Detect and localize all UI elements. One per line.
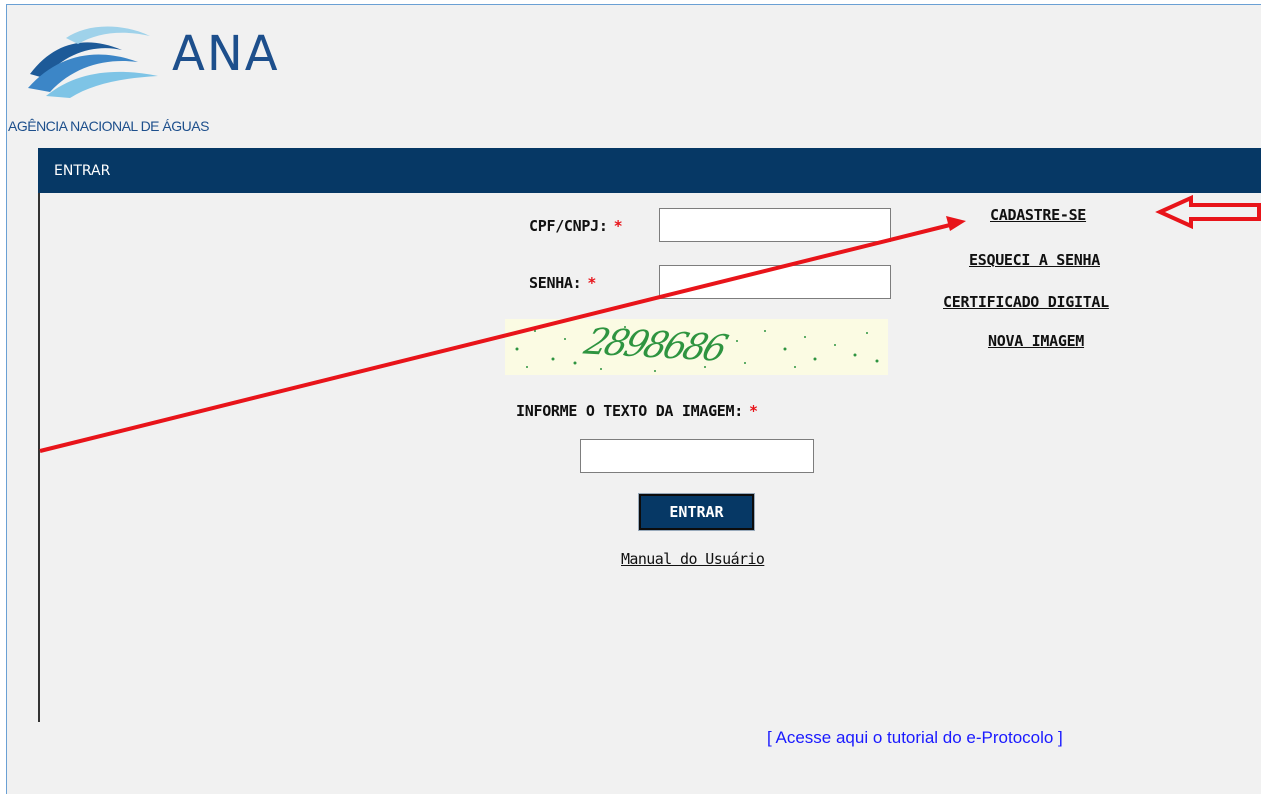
required-mark: * — [749, 402, 758, 420]
forgot-password-link[interactable]: ESQUECI A SENHA — [969, 251, 1100, 269]
password-input[interactable] — [659, 265, 891, 299]
user-manual-link[interactable]: Manual do Usuário — [621, 550, 765, 568]
captcha-label: INFORME O TEXTO DA IMAGEM: * — [516, 402, 758, 420]
login-panel — [38, 148, 1261, 722]
waves-logo-icon — [28, 26, 158, 98]
cpf-cnpj-input[interactable] — [659, 208, 891, 242]
logo-title: ANA — [172, 26, 280, 82]
new-image-link[interactable]: NOVA IMAGEM — [988, 332, 1084, 350]
senha-label: SENHA: * — [529, 274, 596, 292]
digital-certificate-link[interactable]: CERTIFICADO DIGITAL — [943, 293, 1109, 311]
captcha-label-text: INFORME O TEXTO DA IMAGEM: — [516, 402, 744, 420]
captcha-image: 2898686 — [505, 319, 888, 375]
tutorial-link[interactable]: [ Acesse aqui o tutorial do e-Protocolo … — [767, 728, 1063, 748]
cpf-label: CPF/CNPJ: * — [529, 217, 623, 235]
captcha-input[interactable] — [580, 439, 814, 473]
register-link[interactable]: CADASTRE-SE — [990, 206, 1086, 224]
panel-title: ENTRAR — [54, 163, 111, 179]
required-mark: * — [613, 217, 623, 235]
cpf-label-text: CPF/CNPJ: — [529, 217, 608, 235]
submit-button[interactable]: ENTRAR — [638, 493, 755, 531]
captcha-text: 2898686 — [579, 321, 730, 370]
senha-label-text: SENHA: — [529, 274, 582, 292]
logo-subtitle: AGÊNCIA NACIONAL DE ÁGUAS — [8, 118, 209, 134]
panel-header — [38, 148, 1261, 193]
required-mark: * — [587, 274, 597, 292]
